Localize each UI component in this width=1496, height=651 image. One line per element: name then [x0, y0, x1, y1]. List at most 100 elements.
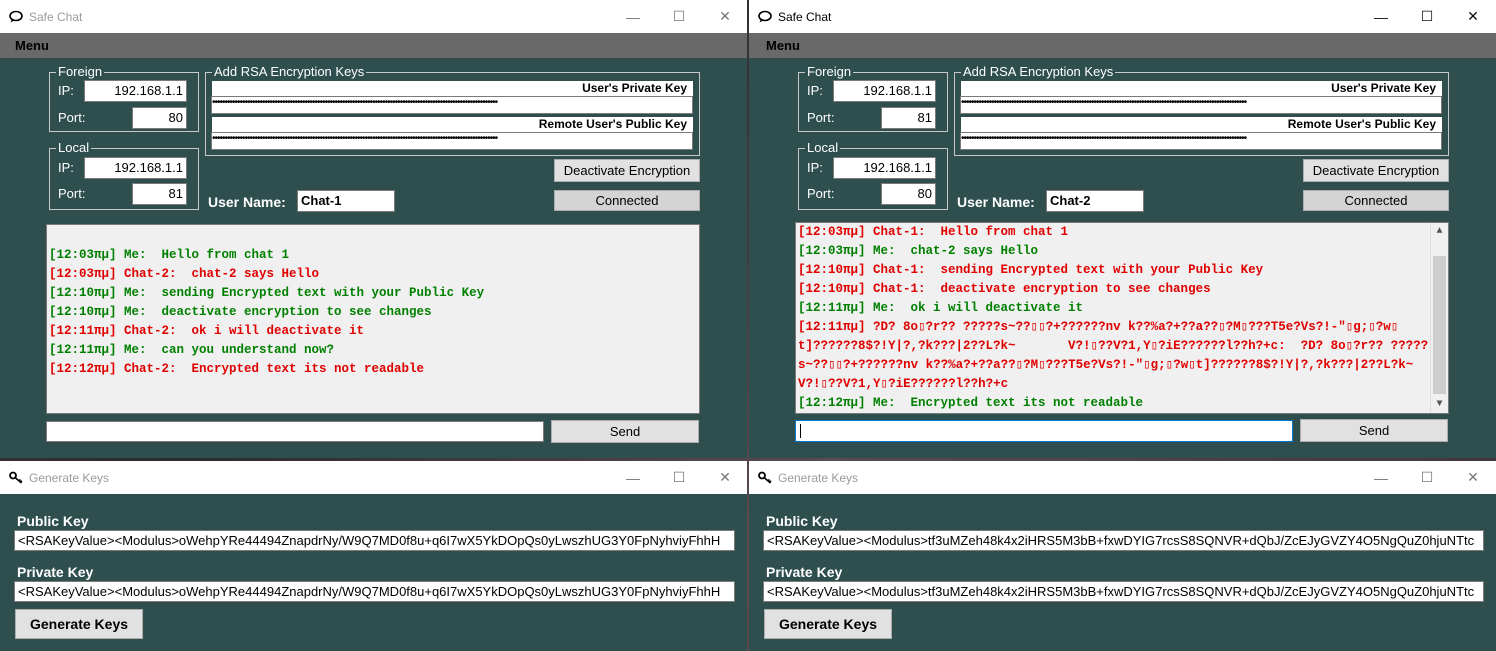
username-field[interactable]: Chat-2: [1046, 190, 1144, 212]
chat-window-left: Safe Chat — ☐ ✕ Menu Foreign IP: 192.168…: [0, 0, 747, 458]
maximize-button[interactable]: ☐: [1404, 461, 1450, 494]
maximize-button[interactable]: ☐: [1404, 0, 1450, 33]
maximize-button[interactable]: ☐: [656, 461, 702, 494]
public-key-label: Remote User's Public Key: [212, 117, 693, 132]
public-key-label: Public Key: [766, 513, 838, 529]
menu-item[interactable]: Menu: [15, 38, 49, 53]
foreign-ip-field[interactable]: 192.168.1.1: [833, 80, 936, 102]
deactivate-encryption-button[interactable]: Deactivate Encryption: [554, 159, 700, 182]
message-input[interactable]: [46, 421, 544, 442]
local-port-field[interactable]: 80: [881, 183, 936, 205]
window-title: Generate Keys: [778, 471, 859, 485]
key-icon: [9, 471, 23, 484]
close-button[interactable]: ✕: [1450, 461, 1496, 494]
text-caret: [800, 424, 801, 438]
foreign-ip-label: IP:: [807, 83, 823, 98]
chat-message: [12:10πμ] Chat-1: sending Encrypted text…: [798, 263, 1264, 277]
close-button[interactable]: ✕: [702, 461, 747, 494]
chat-message: [12:10πμ] Chat-1: deactivate encryption …: [798, 282, 1211, 296]
foreign-ip-label: IP:: [58, 83, 74, 98]
menu-bar: Menu: [749, 33, 1496, 58]
private-key-field[interactable]: ••••••••••••••••••••••••••••••••••••••••…: [960, 96, 1442, 114]
public-key-label: Public Key: [17, 513, 89, 529]
maximize-button[interactable]: ☐: [656, 0, 702, 33]
connection-status-button[interactable]: Connected: [1303, 190, 1449, 211]
local-ip-label: IP:: [807, 160, 823, 175]
chat-bubble-icon: [9, 10, 23, 23]
scroll-thumb[interactable]: [1433, 256, 1446, 394]
private-key-field[interactable]: <RSAKeyValue><Modulus>tf3uMZeh48k4x2iHRS…: [763, 581, 1484, 602]
connection-status-button[interactable]: Connected: [554, 190, 700, 211]
rsa-keys-group-title: Add RSA Encryption Keys: [961, 64, 1116, 79]
key-icon: [758, 471, 772, 484]
menu-bar: Menu: [0, 33, 747, 58]
chat-window-right: Safe Chat — ☐ ✕ Menu Foreign IP: 192.168…: [749, 0, 1496, 458]
minimize-button[interactable]: —: [610, 461, 656, 494]
rsa-keys-group-title: Add RSA Encryption Keys: [212, 64, 367, 79]
private-key-label: User's Private Key: [212, 81, 693, 96]
chat-message: [12:03πμ] Me: Hello from chat 1: [49, 248, 290, 262]
window-title: Safe Chat: [778, 10, 832, 24]
chat-message: [49, 227, 697, 246]
public-key-field[interactable]: ••••••••••••••••••••••••••••••••••••••••…: [211, 132, 693, 150]
foreign-group-title: Foreign: [805, 64, 854, 79]
chat-message: [12:11πμ] Me: can you understand now?: [49, 343, 335, 357]
send-button[interactable]: Send: [551, 420, 699, 443]
chat-message: [12:03πμ] Me: chat-2 says Hello: [798, 244, 1039, 258]
foreign-port-label: Port:: [807, 110, 835, 125]
close-button[interactable]: ✕: [1450, 0, 1496, 33]
minimize-button[interactable]: —: [1358, 461, 1404, 494]
generate-keys-button[interactable]: Generate Keys: [764, 609, 892, 639]
generate-keys-button[interactable]: Generate Keys: [15, 609, 143, 639]
generate-keys-window-left: Generate Keys — ☐ ✕ Public Key <RSAKeyVa…: [0, 461, 747, 651]
foreign-port-field[interactable]: 80: [132, 107, 187, 129]
foreign-ip-field[interactable]: 192.168.1.1: [84, 80, 187, 102]
chat-message: [12:12πμ] Me: Encrypted text its not rea…: [798, 396, 1144, 410]
username-label: User Name:: [208, 194, 286, 210]
title-bar[interactable]: Generate Keys — ☐ ✕: [749, 461, 1496, 494]
chat-message: [12:10πμ] Me: sending Encrypted text wit…: [49, 286, 485, 300]
chat-log[interactable]: [12:03πμ] Chat-1: Hello from chat 1 [12:0…: [795, 222, 1449, 414]
chat-bubble-icon: [758, 10, 772, 23]
private-key-field[interactable]: <RSAKeyValue><Modulus>oWehpYRe44494Znapd…: [14, 581, 735, 602]
chat-message: [12:03πμ] Chat-1: Hello from chat 1: [798, 225, 1069, 239]
public-key-field[interactable]: <RSAKeyValue><Modulus>tf3uMZeh48k4x2iHRS…: [763, 530, 1484, 551]
chat-scrollbar[interactable]: ▲ ▼: [1430, 223, 1448, 413]
generate-keys-window-right: Generate Keys — ☐ ✕ Public Key <RSAKeyVa…: [749, 461, 1496, 651]
public-key-label: Remote User's Public Key: [961, 117, 1442, 132]
username-label: User Name:: [957, 194, 1035, 210]
local-ip-field[interactable]: 192.168.1.1: [833, 157, 936, 179]
public-key-field[interactable]: ••••••••••••••••••••••••••••••••••••••••…: [960, 132, 1442, 150]
foreign-port-field[interactable]: 81: [881, 107, 936, 129]
menu-item[interactable]: Menu: [766, 38, 800, 53]
chat-log[interactable]: [12:03πμ] Me: Hello from chat 1 [12:03πμ]…: [46, 224, 700, 414]
public-key-field[interactable]: <RSAKeyValue><Modulus>oWehpYRe44494Znapd…: [14, 530, 735, 551]
chat-message: [12:03πμ] Chat-2: chat-2 says Hello: [49, 267, 320, 281]
message-input[interactable]: [795, 420, 1293, 442]
scroll-down-arrow-icon[interactable]: ▼: [1431, 396, 1448, 413]
deactivate-encryption-button[interactable]: Deactivate Encryption: [1303, 159, 1449, 182]
title-bar[interactable]: Generate Keys — ☐ ✕: [0, 461, 747, 494]
window-title: Generate Keys: [29, 471, 110, 485]
send-button[interactable]: Send: [1300, 419, 1448, 442]
local-port-field[interactable]: 81: [132, 183, 187, 205]
title-bar[interactable]: Safe Chat — ☐ ✕: [749, 0, 1496, 33]
private-key-field[interactable]: ••••••••••••••••••••••••••••••••••••••••…: [211, 96, 693, 114]
private-key-label: Private Key: [17, 564, 94, 580]
local-group-title: Local: [805, 140, 841, 155]
chat-message: [12:11πμ] ?D? 8o▯?r?? ?????s~??▯▯?+?????…: [798, 320, 1429, 391]
local-ip-field[interactable]: 192.168.1.1: [84, 157, 187, 179]
private-key-label: User's Private Key: [961, 81, 1442, 96]
chat-message: [12:11πμ] Chat-2: ok i will deactivate i…: [49, 324, 365, 338]
minimize-button[interactable]: —: [610, 0, 656, 33]
local-ip-label: IP:: [58, 160, 74, 175]
close-button[interactable]: ✕: [702, 0, 747, 33]
minimize-button[interactable]: —: [1358, 0, 1404, 33]
local-port-label: Port:: [58, 186, 86, 201]
chat-message: [12:10πμ] Me: deactivate encryption to s…: [49, 305, 432, 319]
username-field[interactable]: Chat-1: [297, 190, 395, 212]
title-bar[interactable]: Safe Chat — ☐ ✕: [0, 0, 747, 33]
chat-message: [12:12πμ] Chat-2: Encrypted text its not…: [49, 362, 425, 376]
scroll-up-arrow-icon[interactable]: ▲: [1431, 223, 1448, 240]
chat-log-content: [12:03πμ] Chat-1: Hello from chat 1 [12:0…: [798, 223, 1429, 413]
